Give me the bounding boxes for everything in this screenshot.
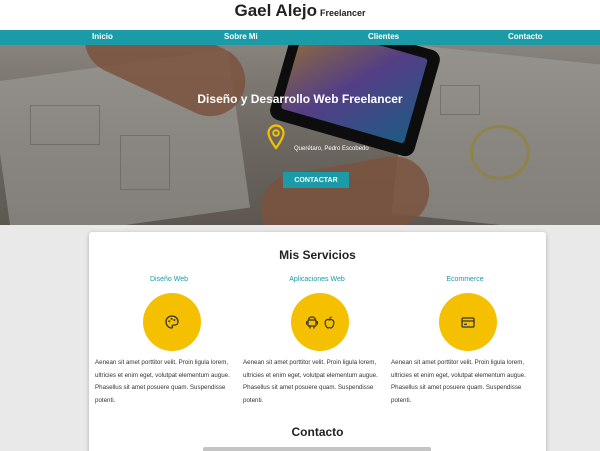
map-pin-icon — [267, 124, 285, 150]
contact-form-bar[interactable] — [203, 447, 431, 451]
nav-link-clientes[interactable]: Clientes — [368, 32, 399, 41]
services-title: Mis Servicios — [279, 248, 356, 262]
brand-name: Gael Alejo — [234, 1, 317, 20]
main-nav: Inicio Sobre Mi Clientes Contacto — [0, 30, 600, 45]
service-name[interactable]: Aplicaciones Web — [243, 276, 391, 283]
hero-location: Querétaro, Pedro Escobedo — [294, 146, 369, 152]
hero-section: Diseño y Desarrollo Web Freelancer Queré… — [0, 45, 600, 225]
site-header: Gael Alejo Freelancer — [0, 0, 600, 30]
apple-icon — [324, 315, 334, 329]
service-name[interactable]: Diseño Web — [95, 276, 243, 283]
service-item-ecommerce: Ecommerce Aenean sit amet porttitor veli… — [391, 276, 539, 404]
service-name[interactable]: Ecommerce — [391, 276, 539, 283]
brand[interactable]: Gael Alejo Freelancer — [234, 1, 365, 21]
service-description: Aenean sit amet porttitor velit. Proin l… — [391, 359, 526, 404]
service-description: Aenean sit amet porttitor velit. Proin l… — [243, 359, 378, 404]
nav-link-inicio[interactable]: Inicio — [92, 32, 113, 41]
nav-link-sobre-mi[interactable]: Sobre Mi — [224, 32, 258, 41]
service-icon-circle — [439, 293, 497, 351]
hero-title: Diseño y Desarrollo Web Freelancer — [197, 92, 403, 106]
nav-link-contacto[interactable]: Contacto — [508, 32, 543, 41]
service-item-aplicaciones-web: Aplicaciones Web Aenean sit amet porttit… — [243, 276, 391, 404]
contact-title: Contacto — [291, 425, 344, 439]
hero-overlay — [0, 45, 600, 225]
service-icon-circle — [291, 293, 349, 351]
services-card: Mis Servicios Diseño Web Aenean sit amet… — [89, 232, 546, 451]
contact-button[interactable]: CONTACTAR — [283, 172, 349, 188]
brand-subtitle: Freelancer — [319, 8, 366, 18]
service-description: Aenean sit amet porttitor velit. Proin l… — [95, 359, 230, 404]
android-icon — [305, 315, 318, 328]
service-item-diseno-web: Diseño Web Aenean sit amet porttitor vel… — [95, 276, 243, 404]
palette-icon — [165, 315, 179, 329]
service-icon-circle — [143, 293, 201, 351]
credit-card-icon — [461, 316, 475, 328]
